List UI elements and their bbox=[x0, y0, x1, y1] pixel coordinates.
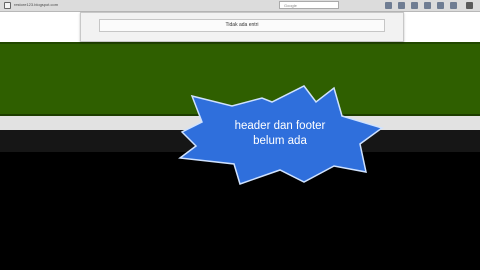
home-icon[interactable] bbox=[424, 2, 431, 9]
extension-icon[interactable] bbox=[437, 2, 444, 9]
browser-toolbar: restore123.blogspot.com Google bbox=[0, 0, 480, 12]
download-icon[interactable] bbox=[411, 2, 418, 9]
search-placeholder: Google bbox=[284, 3, 297, 8]
notification-dropdown: Tidak ada entri bbox=[80, 12, 404, 42]
star-icon[interactable] bbox=[385, 2, 392, 9]
notification-box: Tidak ada entri bbox=[99, 19, 385, 32]
addon-icon[interactable] bbox=[450, 2, 457, 9]
menu-icon[interactable] bbox=[466, 2, 473, 9]
callout-text: header dan footer belum ada bbox=[200, 119, 360, 149]
callout-line-1: header dan footer bbox=[234, 120, 326, 132]
bookmark-icon[interactable] bbox=[398, 2, 405, 9]
search-box[interactable]: Google bbox=[279, 1, 339, 9]
notification-message: Tidak ada entri bbox=[225, 22, 259, 28]
page-favicon-icon bbox=[4, 2, 11, 9]
callout-line-2: belum ada bbox=[253, 135, 307, 147]
address-bar[interactable]: restore123.blogspot.com bbox=[14, 1, 58, 9]
